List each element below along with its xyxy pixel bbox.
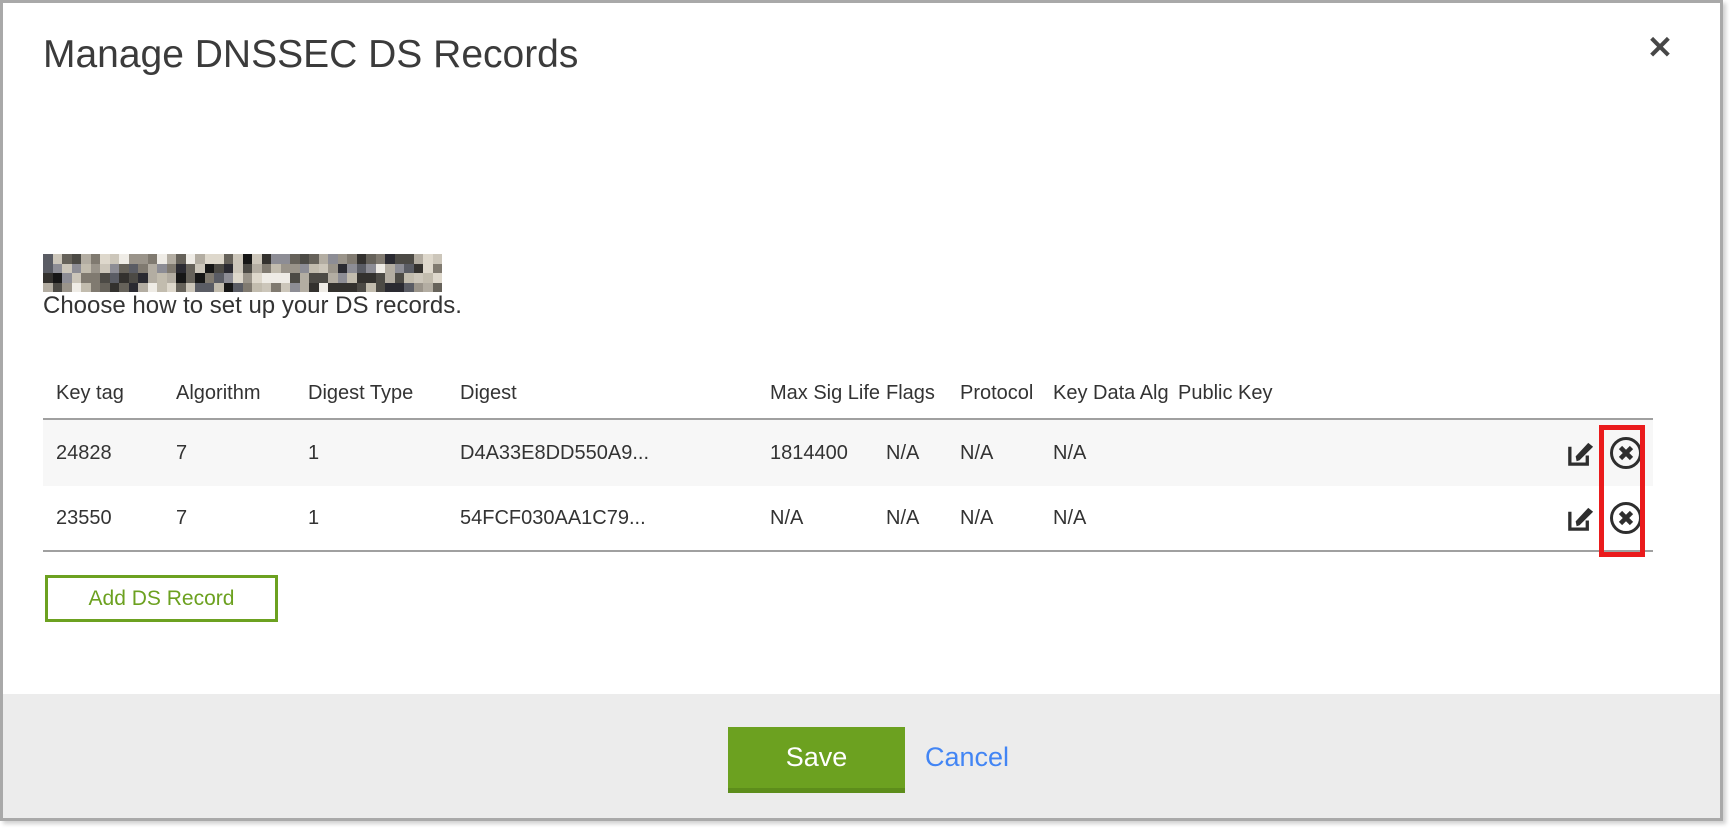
cell-protocol: N/A	[960, 507, 1053, 530]
cell-key-tag: 23550	[56, 507, 176, 530]
cell-algorithm: 7	[176, 507, 308, 530]
cell-key-data-alg: N/A	[1053, 442, 1178, 465]
row-actions	[1561, 499, 1653, 537]
edit-record-button[interactable]	[1561, 434, 1599, 472]
col-header-digest-type: Digest Type	[308, 382, 460, 405]
table-row: 24828 7 1 D4A33E8DD550A9... 1814400 N/A …	[43, 420, 1653, 486]
modal-footer: Save Cancel	[3, 694, 1720, 818]
close-button[interactable]: ✕	[1638, 25, 1682, 69]
cell-digest-type: 1	[308, 442, 460, 465]
cell-algorithm: 7	[176, 442, 308, 465]
table-row: 23550 7 1 54FCF030AA1C79... N/A N/A N/A …	[43, 486, 1653, 552]
close-icon: ✕	[1647, 32, 1673, 63]
cell-max-sig-life: N/A	[770, 507, 886, 530]
edit-pencil-icon	[1565, 438, 1596, 469]
col-header-flags: Flags	[886, 382, 960, 405]
manage-dnssec-modal: Manage DNSSEC DS Records ✕ Choose how to…	[0, 0, 1723, 821]
screen: Manage DNSSEC DS Records ✕ Choose how to…	[0, 0, 1734, 830]
cell-max-sig-life: 1814400	[770, 442, 886, 465]
cell-digest-type: 1	[308, 507, 460, 530]
domain-name-redacted	[43, 254, 442, 292]
col-header-key-data-alg: Key Data Alg	[1053, 382, 1178, 405]
modal-title: Manage DNSSEC DS Records	[43, 33, 578, 77]
col-header-max-sig-life: Max Sig Life	[770, 382, 886, 405]
cell-key-data-alg: N/A	[1053, 507, 1178, 530]
cell-protocol: N/A	[960, 442, 1053, 465]
save-button[interactable]: Save	[728, 727, 905, 793]
col-header-protocol: Protocol	[960, 382, 1053, 405]
instruction-text: Choose how to set up your DS records.	[43, 292, 462, 320]
cell-key-tag: 24828	[56, 442, 176, 465]
edit-pencil-icon	[1565, 503, 1596, 534]
edit-record-button[interactable]	[1561, 499, 1599, 537]
row-actions	[1561, 434, 1653, 472]
delete-record-button[interactable]	[1607, 499, 1645, 537]
table-header-row: Key tag Algorithm Digest Type Digest Max…	[43, 368, 1653, 420]
cancel-link[interactable]: Cancel	[925, 742, 1009, 773]
col-header-public-key: Public Key	[1178, 382, 1561, 405]
add-ds-record-button[interactable]: Add DS Record	[45, 575, 278, 622]
cell-flags: N/A	[886, 507, 960, 530]
delete-record-button[interactable]	[1607, 434, 1645, 472]
cell-digest: 54FCF030AA1C79...	[460, 507, 770, 530]
col-header-key-tag: Key tag	[56, 382, 176, 405]
ds-records-table: Key tag Algorithm Digest Type Digest Max…	[43, 368, 1653, 552]
circle-x-icon	[1608, 435, 1644, 471]
col-header-algorithm: Algorithm	[176, 382, 308, 405]
circle-x-icon	[1608, 500, 1644, 536]
cell-flags: N/A	[886, 442, 960, 465]
col-header-digest: Digest	[460, 382, 770, 405]
cell-digest: D4A33E8DD550A9...	[460, 442, 770, 465]
